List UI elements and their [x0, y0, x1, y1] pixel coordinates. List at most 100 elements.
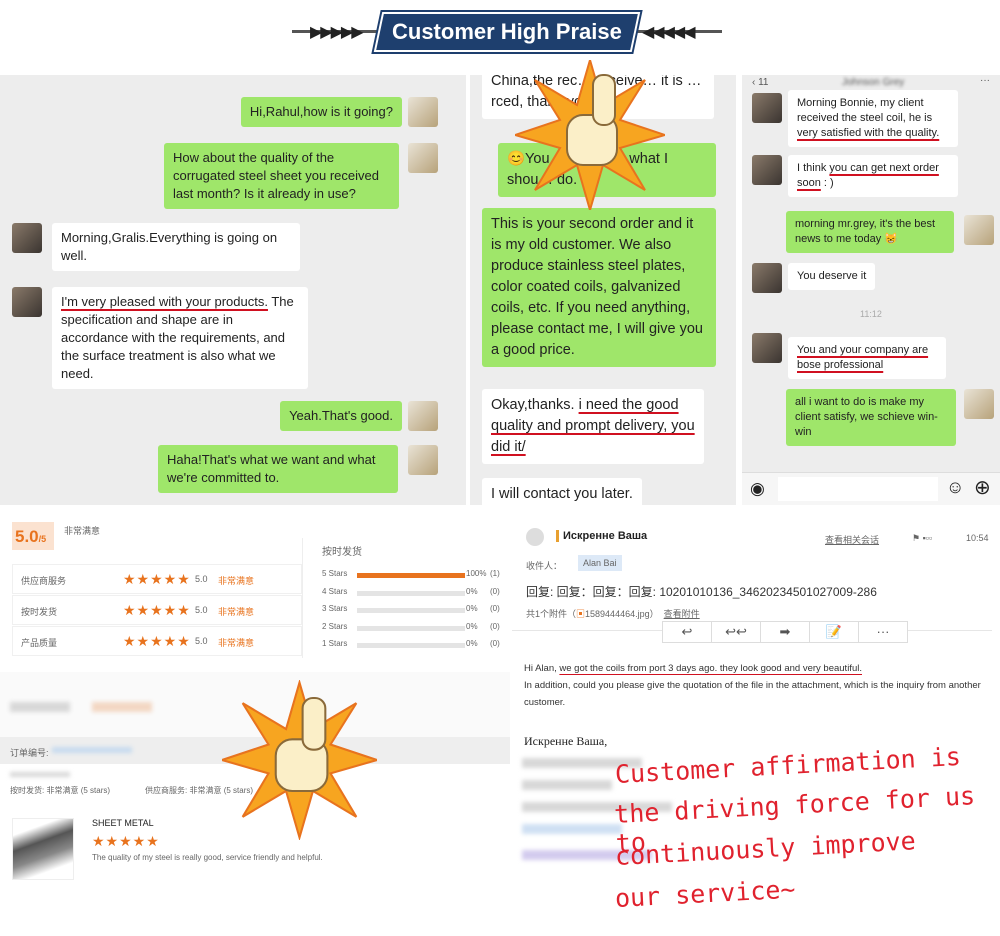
- dist-label: 5 Stars: [322, 569, 348, 578]
- order-label: 订单编号:: [10, 748, 49, 758]
- recipient-chip[interactable]: Alan Bai: [578, 555, 622, 571]
- dist-label: 2 Stars: [322, 621, 348, 631]
- arrows-right: ◀◀◀◀◀: [642, 24, 696, 41]
- attachment-file[interactable]: 1589444464.jpg: [585, 609, 650, 619]
- message: Hi,Rahul,how is it going?: [240, 97, 402, 127]
- dist-bar: [357, 625, 465, 631]
- email-subject: 回复: 回复：回复：回复: 10201010136_34620234501027…: [526, 585, 877, 599]
- view-attachment-link[interactable]: 查看附件: [664, 609, 700, 619]
- message: morning mr.grey, it's the best news to m…: [786, 211, 954, 253]
- blurred-signature: [522, 824, 622, 834]
- avatar: [752, 333, 782, 363]
- rating-score: 5.0: [195, 636, 208, 646]
- message: You and your company are bose profession…: [788, 337, 946, 379]
- avatar: [752, 155, 782, 185]
- thumbs-up-icon: [515, 60, 665, 210]
- avatar: [12, 287, 42, 317]
- input-bar: ◉ ☺ ⊕: [742, 472, 1000, 505]
- order-number[interactable]: [52, 747, 132, 753]
- rating-score: 5.0: [195, 574, 208, 584]
- rating-text: 非常满意: [218, 638, 255, 648]
- rating-stars: ★★★★★: [123, 633, 191, 649]
- dist-count: (0): [490, 586, 500, 596]
- arrows-left: ▶▶▶▶▶: [310, 24, 364, 41]
- review-line: 按时发货: 非常满意 (5 stars): [10, 786, 111, 795]
- back-button[interactable]: ‹ 11: [752, 77, 769, 88]
- message: This is your second order and it is my o…: [482, 208, 716, 367]
- forward-button[interactable]: ➡: [760, 621, 810, 643]
- dist-bar: [357, 608, 465, 613]
- timestamp: 11:12: [860, 309, 882, 319]
- avatar: [752, 263, 782, 293]
- dist-pct: 0%: [466, 621, 478, 631]
- rating-stars: ★★★★★: [123, 602, 191, 618]
- voice-icon[interactable]: ◉: [750, 479, 765, 499]
- dist-count: (0): [490, 621, 500, 631]
- dist-pct: 0%: [466, 639, 478, 648]
- related-link[interactable]: 查看相关会话: [825, 533, 879, 546]
- distribution-title: 按时发货: [322, 547, 362, 558]
- sender-avatar: [526, 528, 544, 546]
- message: I think you can get next order soon : ): [788, 155, 958, 197]
- product-name: SHEET METAL: [92, 818, 154, 828]
- message: Yeah.That's good.: [280, 401, 402, 431]
- more-button[interactable]: ···: [858, 621, 908, 643]
- contact-name: Johnson Grey: [842, 77, 905, 88]
- dist-bar: [357, 573, 465, 578]
- message: I will contact you later.: [482, 478, 642, 505]
- avatar: [408, 143, 438, 173]
- message-input[interactable]: [778, 477, 938, 501]
- more-icon[interactable]: ···: [980, 75, 990, 86]
- thumbs-up-icon: [222, 680, 377, 840]
- dist-bar: [357, 643, 465, 648]
- message: Haha!That's what we want and what we're …: [158, 445, 398, 493]
- rating-label: 供应商服务: [21, 576, 67, 586]
- rating-row: 供应商服务 ★★★★★ 5.0 非常满意: [12, 564, 302, 594]
- edit-button[interactable]: 📝: [809, 621, 859, 643]
- rating-row: 产品质量 ★★★★★ 5.0 非常满意: [12, 626, 302, 656]
- dist-pct: 100%: [466, 569, 487, 578]
- tab-active[interactable]: [92, 702, 152, 712]
- message: Morning Bonnie, my client received the s…: [788, 90, 958, 147]
- avatar: [408, 97, 438, 127]
- email-toolbar: ↩ ↩↩ ➡ 📝 ···: [662, 621, 908, 643]
- dist-label: 4 Stars: [322, 586, 348, 596]
- avatar: [752, 93, 782, 123]
- message: How about the quality of the corrugated …: [164, 143, 399, 209]
- to-label: 收件人：: [526, 561, 563, 571]
- email-time: 10:54: [966, 533, 989, 543]
- add-icon[interactable]: ⊕: [974, 475, 991, 500]
- rating-score: 5.0: [195, 605, 208, 615]
- chat-panel-3: ‹ 11 Johnson Grey ··· Morning Bonnie, my…: [742, 75, 1000, 505]
- score-summary: 非常满意: [64, 526, 101, 536]
- rating-label: 按时发货: [21, 607, 58, 617]
- attachment-line: 共1个附件（▣1589444464.jpg） 查看附件: [526, 609, 700, 619]
- message: Okay,thanks. i need the good quality and…: [482, 389, 704, 464]
- score-badge: 5.0/5: [12, 522, 54, 550]
- reply-all-button[interactable]: ↩↩: [711, 621, 761, 643]
- email-body: Hi Alan, we got the coils from port 3 da…: [524, 663, 981, 708]
- dist-count: (0): [490, 639, 500, 648]
- avatar: [964, 215, 994, 245]
- avatar: [12, 223, 42, 253]
- rating-text: 非常满意: [218, 607, 255, 617]
- review-stars: ★★★★★: [92, 833, 160, 849]
- message: I'm very pleased with your products. The…: [52, 287, 308, 389]
- reply-button[interactable]: ↩: [662, 621, 712, 643]
- review-text: The quality of my steel is really good, …: [92, 853, 323, 862]
- banner-title: Customer High Praise: [373, 12, 641, 52]
- flag-icon[interactable]: ⚑ ▪▫▫: [912, 533, 932, 544]
- dist-label: 1 Stars: [322, 639, 348, 648]
- dist-count: (1): [490, 569, 500, 578]
- avatar: [408, 445, 438, 475]
- banner: ▶▶▶▶▶ ◀◀◀◀◀ Customer High Praise: [0, 0, 1000, 72]
- divider: [302, 538, 303, 658]
- tab[interactable]: [10, 702, 70, 712]
- message: all i want to do is make my client satis…: [786, 389, 956, 446]
- avatar: [408, 401, 438, 431]
- blurred-text: [10, 772, 70, 777]
- rating-stars: ★★★★★: [123, 571, 191, 587]
- emoji-icon[interactable]: ☺: [946, 477, 964, 498]
- product-image[interactable]: [12, 818, 74, 880]
- blurred-signature: [522, 780, 612, 790]
